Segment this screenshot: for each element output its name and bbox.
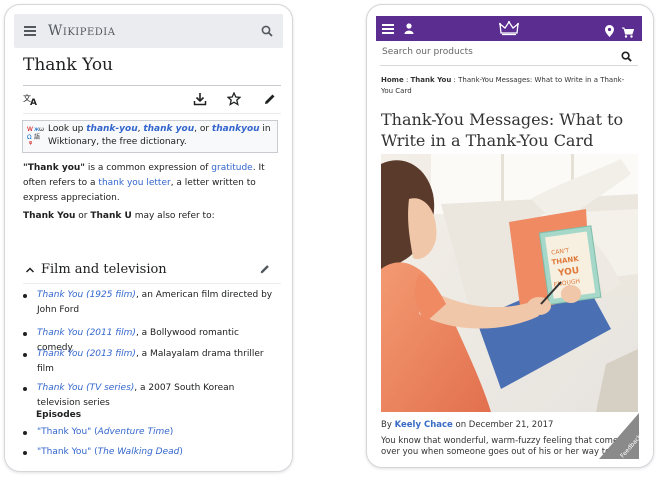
breadcrumb: Home : Thank You : Thank-You Messages: W… <box>381 75 633 97</box>
film-2011-link[interactable]: Thank You (2011 film) <box>37 328 136 338</box>
bullet <box>23 332 27 336</box>
episodes-heading: Episodes <box>36 410 82 420</box>
intro-paragraph: "Thank you" is a common expression of gr… <box>23 161 281 206</box>
episode-quote: "Thank You" ( <box>37 447 98 457</box>
bold-term: Thank U <box>90 211 132 221</box>
film-1925-link[interactable]: Thank You (1925 film) <box>37 290 136 300</box>
wikipedia-logo[interactable]: Wikipedia <box>48 23 115 39</box>
svg-text:ω: ω <box>39 126 44 133</box>
bold-term: Thank You <box>23 211 76 221</box>
episode-show: The Walking Dead <box>97 447 180 457</box>
episode-show: Adventure Time <box>97 427 170 437</box>
bullet <box>23 294 27 298</box>
section-header-film-and-television[interactable]: Film and television <box>25 259 283 279</box>
article-title: Thank-You Messages: What to Write in a T… <box>381 110 624 150</box>
star-watch-icon[interactable] <box>226 91 242 110</box>
list-item: "Thank You" (Adventure Time) <box>23 425 277 440</box>
wikipedia-phone-frame: Wikipedia Thank You 文A WжωΩ語φ Look up th… <box>4 4 293 472</box>
separator: , or <box>194 124 212 134</box>
list-item: Thank You (1925 film), an American film … <box>23 288 277 318</box>
breadcrumb-separator: : <box>403 76 411 84</box>
intro-text: is a common expression of <box>84 163 212 173</box>
list-item: Thank You (TV series), a 2007 South Kore… <box>23 381 277 411</box>
svg-text:語: 語 <box>34 133 40 141</box>
wiktionary-link-thankyou[interactable]: thankyou <box>212 124 260 134</box>
account-person-icon[interactable] <box>404 19 414 38</box>
wiktionary-logo-icon: WжωΩ語φ <box>27 123 45 146</box>
bullet <box>23 431 27 435</box>
episode-link[interactable]: "Thank You" (Adventure Time) <box>37 427 173 437</box>
byline-prefix: By <box>381 420 395 430</box>
gratitude-link[interactable]: gratitude <box>211 163 252 173</box>
text: may also refer to: <box>131 211 215 221</box>
svg-text:W: W <box>27 126 33 133</box>
hallmark-crown-logo-icon[interactable] <box>499 20 519 40</box>
article-byline: By Keely Chace on December 21, 2017 <box>381 420 553 430</box>
text: or <box>75 211 91 221</box>
section-title: Film and television <box>41 261 167 277</box>
hero-image: CAN'T THANK YOU ENOUGH <box>381 154 638 412</box>
film-2013-link[interactable]: Thank You (2013 film) <box>37 349 136 359</box>
store-location-pin-icon[interactable] <box>605 22 614 41</box>
chevron-up-icon[interactable] <box>25 264 35 277</box>
svg-text:φ: φ <box>29 140 33 145</box>
product-search-bar[interactable]: Search our products <box>380 43 638 66</box>
edit-pencil-icon[interactable] <box>263 91 277 110</box>
wiktionary-box: WжωΩ語φ Look up thank-you, thank you, or … <box>22 120 278 153</box>
download-icon[interactable] <box>193 91 207 110</box>
wiktionary-link-thank-you[interactable]: thank you <box>143 124 194 134</box>
breadcrumb-thank-you-link[interactable]: Thank You <box>411 76 452 84</box>
episode-link[interactable]: "Thank You" (The Walking Dead) <box>37 447 183 457</box>
divider <box>23 85 281 86</box>
section-edit-pencil-icon[interactable] <box>259 260 271 279</box>
intro-term: "Thank you" <box>23 163 85 173</box>
feedback-tab[interactable]: Feedback <box>599 413 639 459</box>
list-item: "Thank You" (The Walking Dead) <box>23 445 277 460</box>
search-input[interactable]: Search our products <box>382 47 473 57</box>
wikipedia-header: Wikipedia <box>14 14 283 48</box>
publish-date: on December 21, 2017 <box>452 420 554 430</box>
episode-quote: "Thank You" ( <box>37 427 98 437</box>
language-icon[interactable]: 文A <box>23 91 39 110</box>
hallmark-nav-bar <box>376 16 642 41</box>
episode-end: ) <box>179 447 183 457</box>
svg-text:A: A <box>30 98 37 106</box>
author-link[interactable]: Keely Chace <box>395 420 453 430</box>
breadcrumb-home-link[interactable]: Home <box>381 76 404 84</box>
hallmark-phone-frame: Search our products Home : Thank You : T… <box>366 4 654 468</box>
search-icon[interactable] <box>621 47 632 66</box>
page-title: Thank You <box>23 55 114 75</box>
episode-end: ) <box>169 427 174 437</box>
wiktionary-link-thank-you-hyphen[interactable]: thank-you <box>86 124 137 134</box>
bullet <box>23 387 27 391</box>
tv-series-link[interactable]: Thank You (TV series) <box>37 383 134 393</box>
divider <box>23 113 281 114</box>
thank-you-letter-link[interactable]: thank you letter <box>98 178 170 188</box>
shopping-cart-icon[interactable] <box>622 23 635 42</box>
search-icon[interactable] <box>261 22 273 41</box>
hamburger-menu-icon[interactable] <box>24 26 36 36</box>
bullet <box>23 353 27 357</box>
list-item: Thank You (2013 film), a Malayalam drama… <box>23 347 277 377</box>
may-refer-paragraph: Thank You or Thank U may also refer to: <box>23 209 281 224</box>
divider <box>23 283 281 284</box>
hamburger-menu-icon[interactable] <box>382 19 394 38</box>
bullet <box>23 451 27 455</box>
wiktionary-prefix: Look up <box>48 124 87 134</box>
page-actions-toolbar: 文A <box>21 89 283 111</box>
